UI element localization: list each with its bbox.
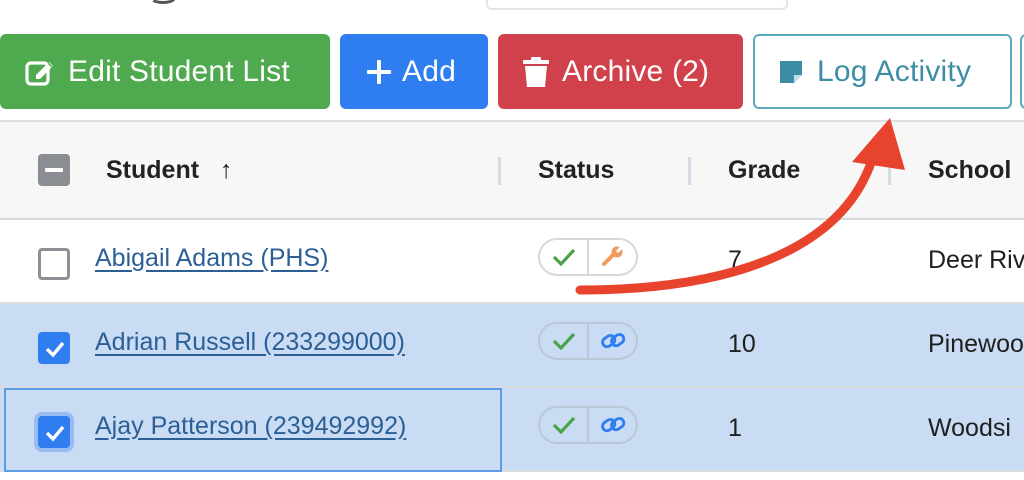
table-header: Student ↑ Status Grade School [0, 122, 1024, 220]
students-table: Student ↑ Status Grade School Abigail Ad… [0, 120, 1024, 480]
grade-cell: 10 [728, 330, 756, 358]
add-label: Add [402, 54, 456, 88]
add-button[interactable]: Add [340, 34, 488, 109]
log-activity-button[interactable]: Log Activity [753, 34, 1012, 109]
column-resizer[interactable] [498, 157, 501, 185]
archive-button[interactable]: Archive (2) [498, 34, 743, 109]
grade-cell: 1 [728, 414, 742, 442]
edit-icon [24, 56, 56, 88]
status-column-header[interactable]: Status [538, 156, 614, 185]
column-resizer[interactable] [888, 157, 891, 185]
archive-label: Archive (2) [562, 54, 710, 88]
trash-icon [522, 56, 550, 88]
note-icon [779, 60, 803, 84]
grade-cell: 7 [728, 246, 742, 274]
plus-icon [366, 59, 392, 85]
row-checkbox[interactable] [38, 332, 70, 364]
top-partial-icon [150, 0, 176, 4]
student-name-link[interactable]: Adrian Russell (233299000) [95, 328, 405, 357]
school-cell: Deer Riv [928, 246, 1024, 274]
edit-student-list-button[interactable]: Edit Student List [0, 34, 330, 109]
row-checkbox[interactable] [38, 248, 70, 280]
wrench-icon[interactable] [587, 240, 636, 274]
link-icon[interactable] [587, 408, 636, 442]
column-resizer[interactable] [688, 157, 691, 185]
log-activity-label: Log Activity [817, 54, 972, 88]
table-row[interactable]: Abigail Adams (PHS) 7 Deer Riv [0, 220, 1024, 304]
check-icon[interactable] [540, 240, 587, 274]
school-cell: Woodsi [928, 414, 1011, 442]
school-cell: Pinewoo [928, 330, 1024, 358]
edit-student-list-label: Edit Student List [68, 54, 290, 88]
status-toggle[interactable] [538, 406, 638, 444]
check-icon[interactable] [540, 408, 587, 442]
status-toggle[interactable] [538, 322, 638, 360]
select-all-checkbox[interactable] [38, 154, 70, 186]
grade-column-header[interactable]: Grade [728, 156, 800, 185]
table-row[interactable]: Adrian Russell (233299000) 10 Pinewoo [0, 304, 1024, 388]
student-name-link[interactable]: Abigail Adams (PHS) [95, 244, 328, 273]
sort-asc-icon: ↑ [220, 156, 233, 184]
school-column-header[interactable]: School [928, 156, 1011, 185]
status-toggle[interactable] [538, 238, 638, 276]
check-icon[interactable] [540, 324, 587, 358]
more-button[interactable] [1020, 34, 1024, 109]
search-input[interactable] [486, 0, 788, 10]
link-icon[interactable] [587, 324, 636, 358]
student-list-page: Edit Student List Add Archive (2) Log Ac… [0, 0, 1024, 480]
student-column-header[interactable]: Student ↑ [106, 156, 233, 185]
focused-cell-outline [4, 388, 502, 472]
